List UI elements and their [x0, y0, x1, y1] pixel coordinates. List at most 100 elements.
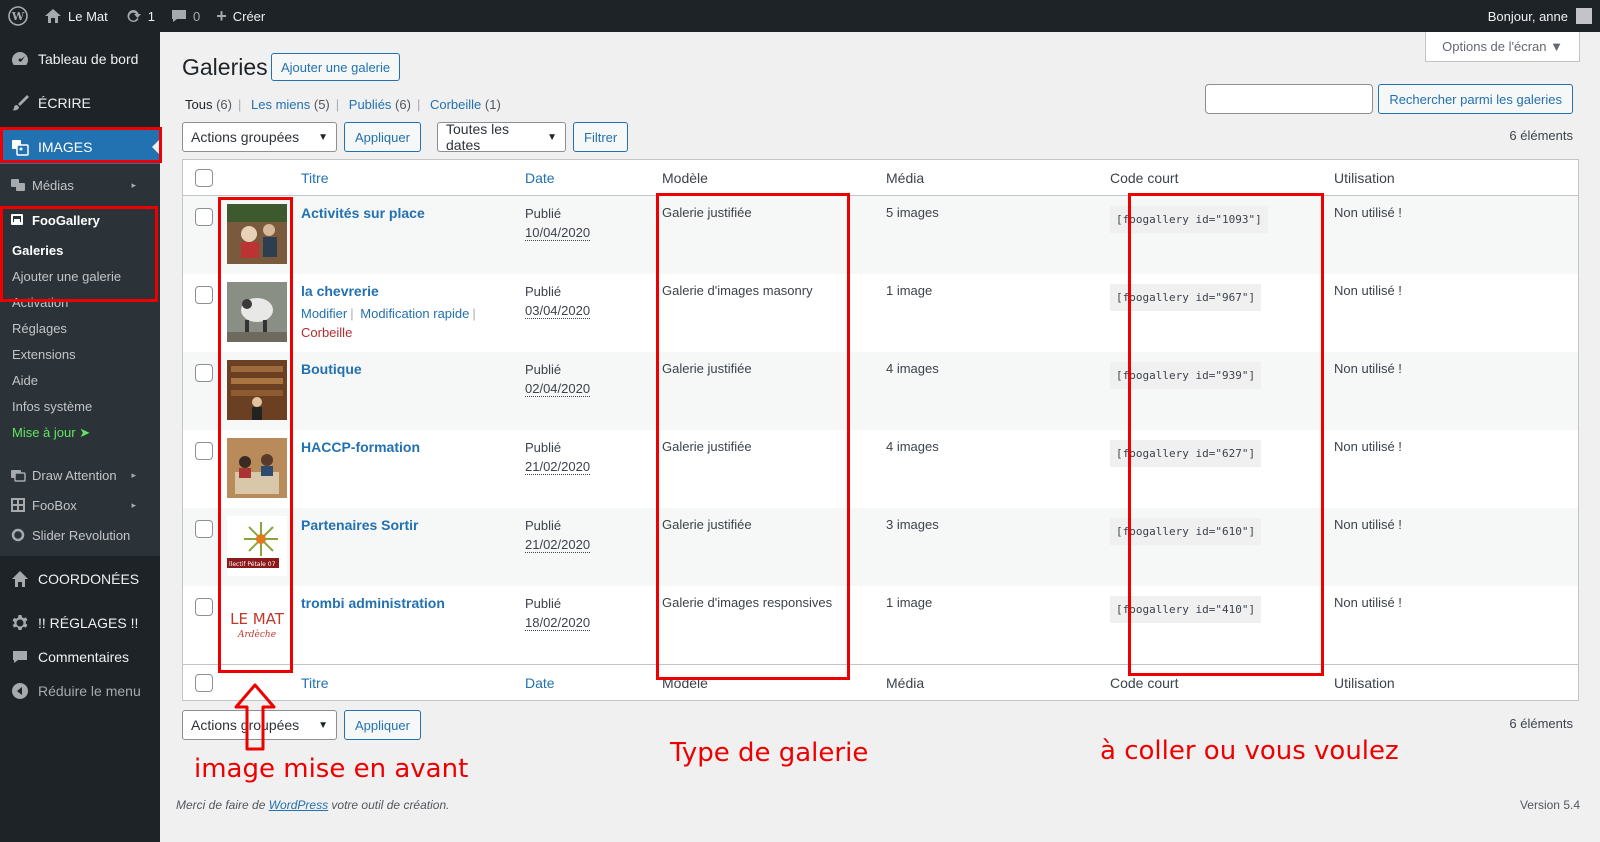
menu-media-label: Médias [32, 177, 74, 193]
apply-button-bottom[interactable]: Appliquer [344, 710, 421, 740]
search-input[interactable] [1205, 84, 1374, 114]
brush-icon [10, 93, 30, 113]
row-checkbox[interactable] [195, 286, 213, 304]
annotation-paste: à coller ou vous voulez [1100, 736, 1399, 766]
footer-thanks-prefix: Merci de faire de [176, 798, 269, 812]
sort-title[interactable]: Titre [301, 170, 328, 186]
gallery-title-link[interactable]: Boutique [301, 360, 525, 378]
chevron-down-icon: ▼ [318, 719, 328, 731]
row-usage: Non utilisé ! [1334, 361, 1402, 376]
row-media: 4 images [886, 439, 939, 454]
add-gallery-button[interactable]: Ajouter une galerie [271, 53, 401, 81]
menu-draw-attention[interactable]: Draw Attention ▸ [0, 460, 160, 490]
table-row: llectif Pétale 07 Partenaires Sortir Pub… [183, 508, 1578, 586]
row-date: 21/02/2020 [525, 459, 591, 475]
row-usage: Non utilisé ! [1334, 283, 1402, 298]
annotation-box-foogallery-menu [0, 206, 158, 302]
row-status: Publié [525, 362, 562, 377]
collapse-menu-label: Réduire le menu [38, 683, 141, 699]
row-checkbox[interactable] [195, 364, 213, 382]
submenu-extensions[interactable]: Extensions [0, 342, 160, 368]
view-all[interactable]: Tous [185, 97, 212, 112]
svg-text:W: W [11, 10, 25, 23]
screen-options-button[interactable]: Options de l'écran ▼ [1425, 32, 1580, 62]
sort-title-bottom[interactable]: Titre [301, 675, 328, 691]
gallery-title-link[interactable]: HACCP-formation [301, 438, 525, 456]
my-account-link[interactable]: Bonjour, anne [1480, 0, 1600, 32]
search-button[interactable]: Rechercher parmi les galeries [1378, 84, 1573, 114]
bulk-actions-select[interactable]: Actions groupées ▼ [182, 122, 337, 152]
site-name: Le Mat [68, 8, 108, 24]
select-all-checkbox-bottom[interactable] [195, 673, 213, 692]
row-checkbox[interactable] [195, 442, 213, 460]
chevron-right-icon: ▸ [131, 469, 136, 480]
sort-date-bottom[interactable]: Date [525, 675, 555, 691]
row-media: 1 image [886, 595, 933, 610]
items-count-top: 6 éléments [1509, 128, 1573, 143]
home-icon [10, 569, 30, 589]
wordpress-logo-icon[interactable]: W [0, 0, 36, 32]
table-row: Boutique Publié 02/04/2020 Galerie justif… [183, 352, 1578, 430]
row-media: 5 images [886, 205, 939, 220]
view-mine[interactable]: Les miens [251, 97, 310, 112]
menu-media[interactable]: Médias ▸ [0, 170, 160, 200]
menu-coordonnees[interactable]: COORDONÉES [0, 562, 160, 596]
view-mine-count: (5) [313, 97, 330, 112]
gear-icon [10, 613, 30, 633]
submenu-update[interactable]: Mise à jour ➤ [0, 420, 160, 446]
edit-link[interactable]: Modifier [301, 306, 347, 321]
submenu-system-info[interactable]: Infos système [0, 394, 160, 420]
menu-comments-label: Commentaires [38, 649, 130, 665]
avatar [1576, 8, 1592, 24]
trash-link[interactable]: Corbeille [301, 325, 352, 340]
apply-button[interactable]: Appliquer [344, 122, 421, 152]
quick-edit-link[interactable]: Modification rapide [360, 306, 469, 321]
annotation-box-shortcode [1128, 193, 1324, 676]
gallery-title-link[interactable]: Activités sur place [301, 204, 525, 222]
collapse-menu-button[interactable]: Réduire le menu [0, 674, 160, 708]
table-header: Titre Date Modèle Média Code court Utili… [183, 160, 1578, 196]
greeting: Bonjour, anne [1487, 8, 1568, 24]
annotation-box-model [656, 193, 850, 680]
row-checkbox[interactable] [195, 520, 213, 538]
gallery-title-link[interactable]: la chevrerie [301, 282, 525, 300]
comments-link[interactable]: 0 [163, 0, 208, 32]
menu-comments[interactable]: Commentaires [0, 640, 160, 674]
site-name-link[interactable]: Le Mat [36, 0, 116, 32]
gallery-title-link[interactable]: Partenaires Sortir [301, 516, 525, 534]
footer-media: Média [886, 674, 925, 691]
table-row: Activités sur place Publié 10/04/2020 Gal… [183, 196, 1578, 274]
items-count-bottom: 6 éléments [1509, 716, 1573, 731]
footer-version: Version 5.4 [1519, 798, 1580, 812]
menu-foobox[interactable]: FooBox ▸ [0, 490, 160, 520]
menu-write[interactable]: ÉCRIRE [0, 86, 160, 120]
row-usage: Non utilisé ! [1334, 517, 1402, 532]
submenu-settings[interactable]: Réglages [0, 316, 160, 342]
view-filters: Tous (6) | Les miens (5) | Publiés (6) | Co… [185, 97, 501, 112]
menu-draw-attention-label: Draw Attention [32, 467, 117, 483]
menu-slider-label: Slider Revolution [32, 527, 131, 543]
header-code: Code court [1110, 169, 1179, 186]
new-content-link[interactable]: + Créer [208, 0, 273, 32]
filter-button[interactable]: Filtrer [573, 122, 629, 152]
footer-usage: Utilisation [1334, 674, 1395, 691]
row-status: Publié [525, 596, 562, 611]
table-row: la chevrerie Modifier | Modification rapi… [183, 274, 1578, 352]
refresh-icon [127, 10, 141, 22]
gallery-title-link[interactable]: trombi administration [301, 594, 525, 612]
submenu-help[interactable]: Aide [0, 368, 160, 394]
row-checkbox[interactable] [195, 208, 213, 226]
menu-slider-revolution[interactable]: Slider Revolution [0, 520, 160, 550]
updates-link[interactable]: 1 [116, 0, 163, 32]
menu-reglages[interactable]: !! RÉGLAGES !! [0, 606, 160, 640]
menu-coordonnees-label: COORDONÉES [38, 571, 140, 587]
row-checkbox[interactable] [195, 598, 213, 616]
menu-dashboard[interactable]: Tableau de bord [0, 42, 160, 76]
wordpress-link[interactable]: WordPress [269, 798, 328, 812]
date-filter-select[interactable]: Toutes les dates ▼ [437, 121, 566, 153]
view-trash[interactable]: Corbeille [430, 97, 481, 112]
menu-foobox-label: FooBox [32, 497, 77, 513]
select-all-checkbox[interactable] [195, 168, 213, 187]
sort-date[interactable]: Date [525, 170, 555, 186]
view-published[interactable]: Publiés [349, 97, 392, 112]
